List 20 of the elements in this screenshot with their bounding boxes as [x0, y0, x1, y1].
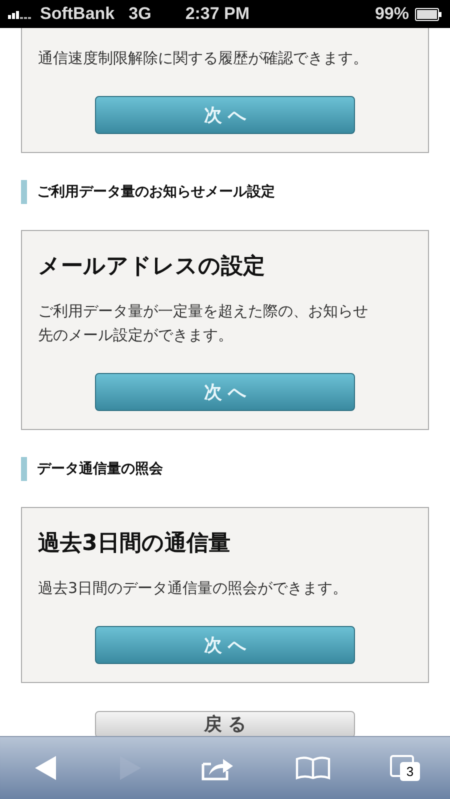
card-title: 過去3日間の通信量 [38, 530, 232, 558]
carrier-name: SoftBank [40, 4, 115, 24]
card-title: メールアドレスの設定 [38, 252, 266, 281]
battery-percent: 99% [374, 4, 409, 24]
back-arrow-icon[interactable] [34, 755, 58, 781]
signal-icon [8, 9, 34, 19]
network-type: 3G [128, 4, 152, 24]
clock: 2:37 PM [185, 4, 251, 24]
tab-count: 3 [400, 762, 420, 781]
next-button[interactable]: 次 へ [95, 96, 355, 134]
section-heading: データ通信量の照会 [21, 457, 429, 481]
battery-icon [415, 8, 442, 20]
card-description: 過去3日間のデータ通信量の照会ができます。 [38, 578, 349, 599]
next-button[interactable]: 次 へ [95, 626, 355, 664]
card-description: 通信速度制限解除に関する履歴が確認できます。 [38, 48, 369, 69]
back-button[interactable]: 戻 る [95, 711, 355, 738]
book-icon[interactable] [294, 756, 330, 780]
section-heading: ご利用データ量のお知らせメール設定 [21, 180, 429, 204]
next-button[interactable]: 次 へ [95, 373, 355, 411]
card-description: ご利用データ量が一定量を超えた際の、お知らせ先のメール設定ができます。 [38, 301, 369, 346]
